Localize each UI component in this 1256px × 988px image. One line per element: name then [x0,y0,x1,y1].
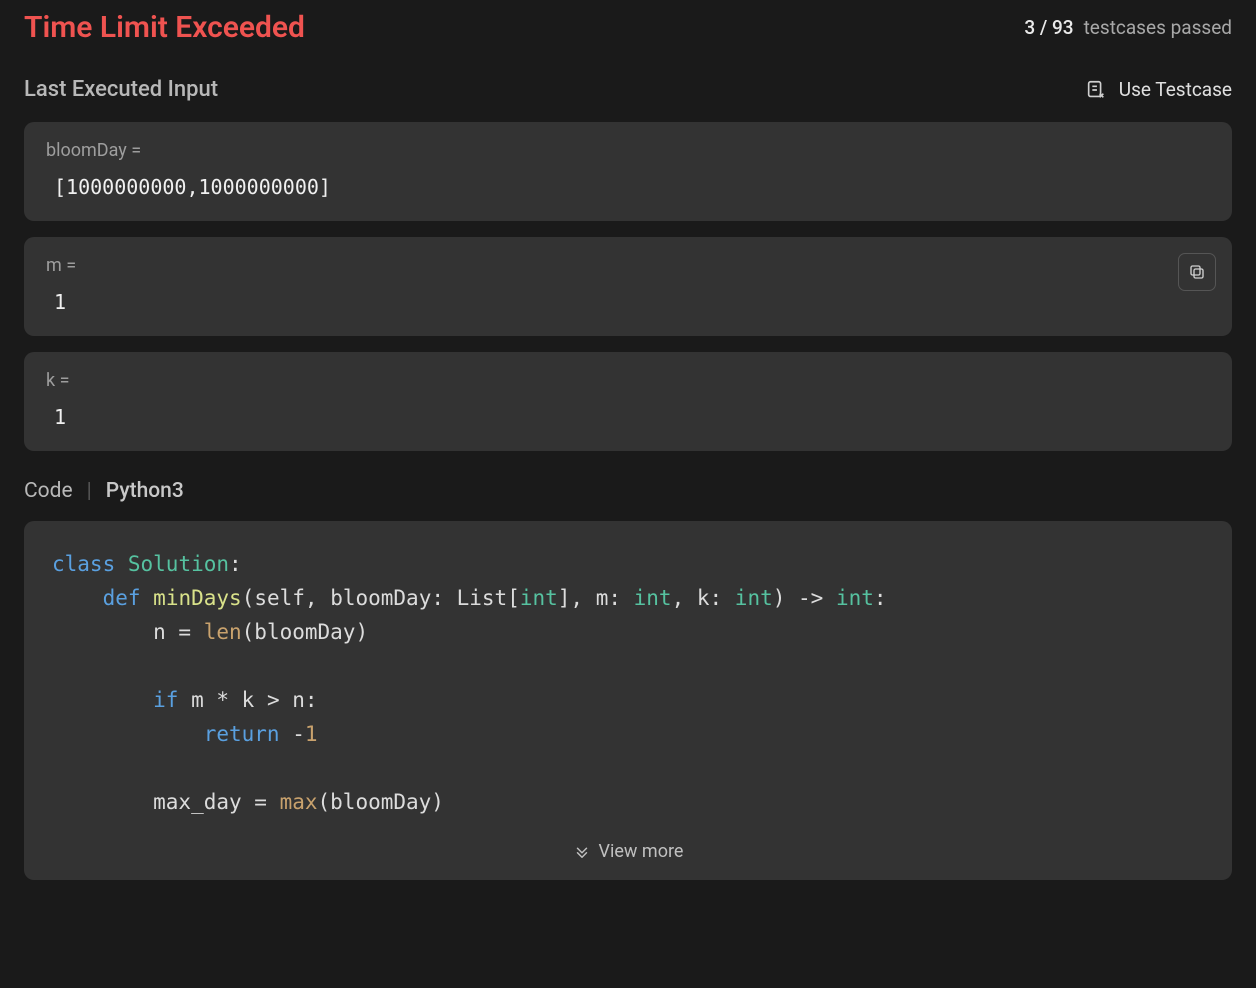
input-box: bloomDay = [1000000000,1000000000] [24,122,1232,221]
copy-button[interactable] [1178,253,1216,291]
code-label-row: Code | Python3 [24,479,1232,503]
chevron-double-down-icon [573,843,591,861]
input-section-header: Last Executed Input Use Testcase [24,77,1232,102]
copy-icon [1188,263,1206,281]
code-content: class Solution: def minDays(self, bloomD… [52,547,1204,819]
code-label: Code [24,479,73,503]
language-label: Python3 [106,479,184,503]
testcase-count: 3 / 93 [1024,16,1073,39]
use-testcase-label: Use Testcase [1119,78,1232,101]
testcase-counter: 3 / 93 testcases passed [1024,16,1232,39]
input-label: k = [46,370,1210,391]
view-more-button[interactable]: View more [52,837,1204,866]
divider: | [87,479,92,503]
last-executed-input-title: Last Executed Input [24,77,218,102]
testcase-label: testcases passed [1084,16,1232,39]
input-value: [1000000000,1000000000] [46,175,1210,199]
input-label: m = [46,255,1210,276]
input-box: k = 1 [24,352,1232,451]
status-title: Time Limit Exceeded [24,10,305,45]
result-header: Time Limit Exceeded 3 / 93 testcases pas… [24,10,1232,45]
code-box: class Solution: def minDays(self, bloomD… [24,521,1232,880]
input-value: 1 [46,405,1210,429]
input-label: bloomDay = [46,140,1210,161]
input-box: m = 1 [24,237,1232,336]
use-testcase-button[interactable]: Use Testcase [1085,78,1232,101]
testcase-icon [1085,79,1107,101]
view-more-label: View more [599,837,684,866]
input-value: 1 [46,290,1210,314]
